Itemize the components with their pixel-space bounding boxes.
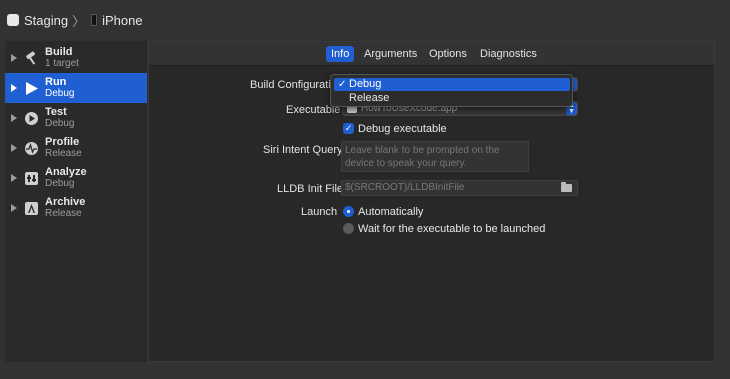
analyze-icon <box>24 171 39 186</box>
sidebar-item-title: Test <box>45 106 67 118</box>
lldb-init-file-placeholder: $(SRCROOT)/LLDBInitFile <box>345 182 465 193</box>
archive-icon <box>24 201 39 216</box>
sidebar-item-subtitle: Release <box>45 148 82 159</box>
scheme-name[interactable]: Staging <box>24 13 68 28</box>
sidebar-item-title: Archive <box>45 196 86 208</box>
tab-options[interactable]: Options <box>424 46 472 62</box>
disclosure-triangle-icon[interactable] <box>11 204 17 212</box>
menu-item-label: Release <box>349 92 390 104</box>
sidebar-item-title: Analyze <box>45 166 87 178</box>
sidebar-item-title: Build <box>45 46 73 58</box>
launch-wait-label: Wait for the executable to be launched <box>358 223 546 235</box>
menu-item-debug[interactable]: ✓ Debug <box>334 78 570 91</box>
sidebar-item-profile[interactable]: Profile Release <box>5 133 147 163</box>
launch-wait-radio[interactable] <box>343 223 354 234</box>
launch-automatically-radio[interactable] <box>343 206 354 217</box>
sidebar-item-test[interactable]: Test Debug <box>5 103 147 133</box>
launch-label: Launch <box>301 206 338 218</box>
tab-bar: Info Arguments Options Diagnostics <box>149 42 714 66</box>
sidebar-item-title: Run <box>45 76 67 88</box>
disclosure-triangle-icon[interactable] <box>11 114 17 122</box>
sidebar-item-run[interactable]: Run Debug <box>5 73 147 103</box>
sidebar-item-subtitle: Debug <box>45 178 75 189</box>
disclosure-triangle-icon[interactable] <box>11 54 17 62</box>
sidebar-item-subtitle: Debug <box>45 88 75 99</box>
checkmark-icon: ✓ <box>338 79 347 90</box>
debug-executable-label: Debug executable <box>358 123 447 135</box>
sidebar-item-archive[interactable]: Archive Release <box>5 193 147 223</box>
disclosure-triangle-icon[interactable] <box>11 84 17 92</box>
tab-diagnostics[interactable]: Diagnostics <box>475 46 542 62</box>
sidebar-item-build[interactable]: Build 1 target <box>5 43 147 73</box>
hammer-icon <box>24 50 39 66</box>
disclosure-triangle-icon[interactable] <box>11 144 17 152</box>
siri-intent-query-field[interactable]: Leave blank to be prompted on the device… <box>341 141 529 172</box>
folder-icon[interactable] <box>561 182 572 192</box>
sidebar-item-subtitle: 1 target <box>45 58 79 69</box>
build-configuration-menu: ✓ Debug Release <box>330 74 573 107</box>
tab-arguments[interactable]: Arguments <box>359 46 422 62</box>
sidebar-item-subtitle: Release <box>45 208 82 219</box>
launch-automatically-label: Automatically <box>358 206 424 218</box>
play-icon <box>24 81 39 96</box>
scheme-action-sidebar: Build 1 target Run Debug Test Debug Prof… <box>5 41 147 362</box>
wrench-icon <box>24 111 39 126</box>
lldb-init-file-label: LLDB Init File <box>277 183 344 195</box>
waveform-icon <box>24 141 39 156</box>
breadcrumb-separator-icon: 〉 <box>72 13 86 29</box>
menu-item-label: Debug <box>349 78 382 90</box>
scheme-icon <box>7 14 19 26</box>
lldb-init-file-field[interactable]: $(SRCROOT)/LLDBInitFile <box>341 180 578 196</box>
disclosure-triangle-icon[interactable] <box>11 174 17 182</box>
iphone-icon <box>91 14 98 26</box>
tab-info[interactable]: Info <box>326 46 355 62</box>
build-configuration-label: Build Configuratio <box>250 79 337 91</box>
title-bar: Staging 〉 iPhone <box>0 0 730 40</box>
sidebar-item-title: Profile <box>45 136 80 148</box>
siri-intent-query-label: Siri Intent Query <box>263 144 343 156</box>
sidebar-item-subtitle: Debug <box>45 118 75 129</box>
destination-name[interactable]: iPhone <box>102 13 142 28</box>
sidebar-item-analyze[interactable]: Analyze Debug <box>5 163 147 193</box>
debug-executable-checkbox[interactable]: ✓ <box>343 123 354 134</box>
menu-item-release[interactable]: Release <box>334 92 570 105</box>
